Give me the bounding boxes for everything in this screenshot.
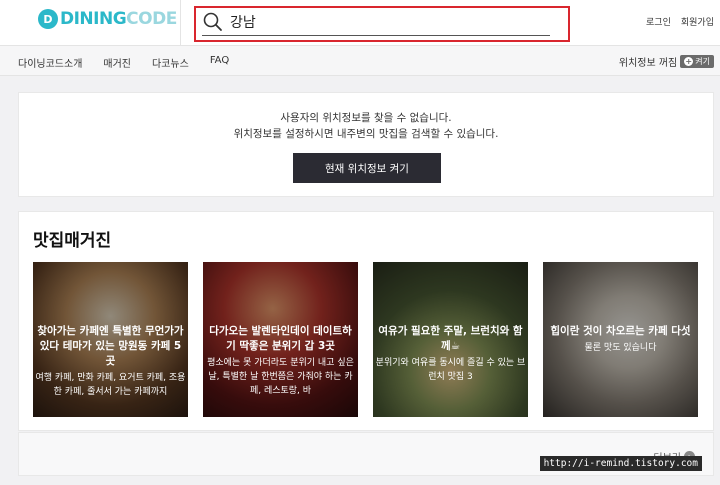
magazine-card[interactable]: 힙이란 것이 차오르는 카페 다섯 물론 맛도 있습니다	[543, 262, 698, 417]
magazine-card-title: 찾아가는 카페엔 특별한 무언가가 있다 테마가 있는 망원동 카페 5곳	[37, 325, 184, 367]
magazine-card[interactable]: 찾아가는 카페엔 특별한 무언가가 있다 테마가 있는 망원동 카페 5곳 여행…	[33, 262, 188, 417]
location-message-line2: 위치정보를 설정하시면 내주변의 맛집을 검색할 수 있습니다.	[233, 128, 499, 140]
logo-dining: DINING	[60, 9, 127, 29]
magazine-card-desc: 여행 카페, 만화 카페, 요거트 카페, 조용한 카페, 줄서서 가는 카페까…	[35, 373, 186, 397]
location-toggle-label: 켜기	[695, 57, 710, 66]
magazine-card-title: 다가오는 발렌타인데이 데이트하기 딱좋은 분위기 갑 3곳	[209, 325, 352, 352]
top-header: D DININGCODE 로그인 회원가입	[0, 0, 720, 46]
search-icon[interactable]	[202, 11, 224, 33]
header-divider	[180, 0, 181, 46]
login-link[interactable]: 로그인	[646, 15, 671, 28]
search-box[interactable]	[194, 6, 570, 42]
magazine-card-desc: 물론 맛도 있습니다	[584, 343, 657, 353]
search-input[interactable]	[230, 11, 530, 33]
location-on-toggle[interactable]: + 켜기	[680, 55, 714, 68]
signup-link[interactable]: 회원가입	[681, 15, 714, 28]
nav-item-magazine[interactable]: 매거진	[103, 55, 131, 70]
magazine-card-title: 여유가 필요한 주말, 브런치와 함께☕	[378, 325, 523, 352]
magazine-card-desc: 분위기와 여유를 동시에 즐길 수 있는 브런치 맛집 3	[375, 358, 526, 382]
header-links: 로그인 회원가입	[646, 15, 714, 28]
nav-item-news[interactable]: 다코뉴스	[152, 55, 189, 70]
location-notice-card: 사용자의 위치정보를 찾을 수 없습니다. 위치정보를 설정하시면 내주변의 맛…	[18, 92, 714, 197]
location-status: 위치정보 꺼짐 + 켜기	[619, 54, 714, 69]
magazine-section: 맛집매거진 찾아가는 카페엔 특별한 무언가가 있다 테마가 있는 망원동 카페…	[18, 211, 714, 431]
logo-code: CODE	[126, 9, 177, 29]
dining-code-logo[interactable]: D DININGCODE	[38, 9, 177, 29]
location-message-line1: 사용자의 위치정보를 찾을 수 없습니다.	[280, 112, 452, 124]
magazine-card[interactable]: 여유가 필요한 주말, 브런치와 함께☕ 분위기와 여유를 동시에 즐길 수 있…	[373, 262, 528, 417]
nav-item-faq[interactable]: FAQ	[210, 55, 229, 70]
enable-location-button[interactable]: 현재 위치정보 켜기	[293, 153, 441, 183]
magazine-card[interactable]: 다가오는 발렌타인데이 데이트하기 딱좋은 분위기 갑 3곳 평소에는 못 가더…	[203, 262, 358, 417]
logo-badge-icon: D	[38, 9, 58, 29]
magazine-title: 맛집매거진	[33, 231, 112, 251]
search-underline	[202, 35, 550, 36]
watermark: http://i-remind.tistory.com	[539, 456, 702, 471]
main-nav: 다이닝코드소개 매거진 다코뉴스 FAQ 위치정보 꺼짐 + 켜기	[0, 46, 720, 76]
magazine-card-title: 힙이란 것이 차오르는 카페 다섯	[550, 325, 691, 337]
location-status-label: 위치정보 꺼짐	[618, 58, 678, 69]
magazine-card-desc: 평소에는 못 가더라도 분위기 내고 싶은 날, 특별한 날 한번쯤은 가줘야 …	[207, 358, 354, 396]
nav-item-about[interactable]: 다이닝코드소개	[18, 55, 82, 70]
plus-icon: +	[684, 57, 694, 66]
